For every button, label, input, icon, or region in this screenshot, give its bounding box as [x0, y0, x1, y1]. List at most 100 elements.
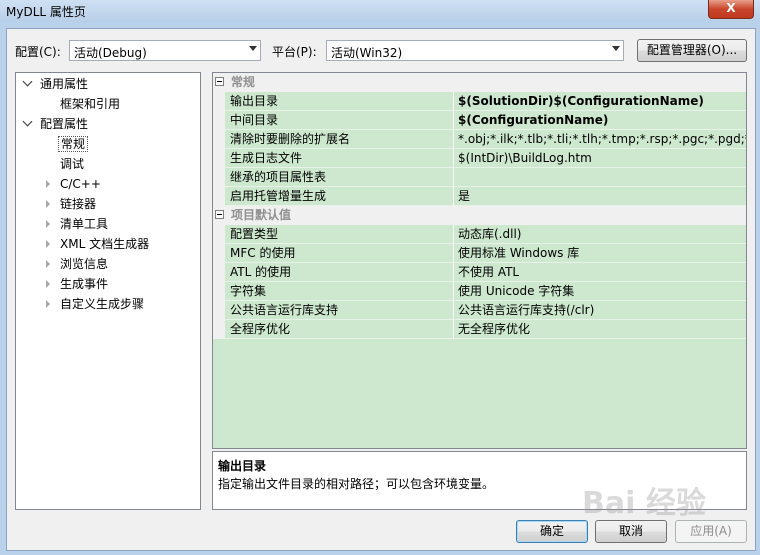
grid-gutter: [213, 92, 225, 206]
tree-item-debugging[interactable]: 调试: [60, 155, 84, 173]
close-button[interactable]: X: [708, 0, 754, 19]
column-divider: [453, 225, 454, 244]
category-name: 常规: [231, 75, 256, 89]
prop-row-managed-incremental[interactable]: 启用托管增量生成 是: [225, 187, 746, 206]
prop-name: 清除时要删除的扩展名: [230, 132, 351, 146]
column-divider: [453, 244, 454, 263]
platform-label: 平台(P):: [272, 45, 317, 59]
tree-item-xml-doc[interactable]: XML 文档生成器: [42, 235, 192, 253]
prop-row-inherited-sheets[interactable]: 继承的项目属性表: [225, 168, 746, 187]
tree-item-label: 通用属性: [40, 77, 89, 91]
expanded-arrow-icon[interactable]: [22, 116, 33, 127]
tree-item-browse-info[interactable]: 浏览信息: [42, 255, 192, 273]
tree-item-label: 清单工具: [60, 217, 109, 231]
prop-row-config-type[interactable]: 配置类型 动态库(.dll): [225, 225, 746, 244]
category-tree[interactable]: 通用属性 框架和引用 配置属性 常规 调试 C/C++ 链接器 清单工具 XML…: [15, 72, 201, 510]
description-text: 指定输出文件目录的相对路径；可以包含环境变量。: [218, 477, 495, 491]
expanded-arrow-icon[interactable]: [22, 76, 33, 87]
tree-item-label: 框架和引用: [60, 97, 121, 111]
tree-item-label: 自定义生成步骤: [60, 297, 145, 311]
prop-row-build-log[interactable]: 生成日志文件 $(IntDir)\BuildLog.htm: [225, 149, 746, 168]
prop-name: 全程序优化: [230, 322, 291, 336]
collapse-icon[interactable]: [215, 77, 224, 86]
chevron-down-icon: [612, 46, 620, 51]
tree-item-label: 调试: [60, 157, 85, 171]
config-select[interactable]: 活动(Debug): [69, 40, 261, 61]
prop-name: MFC 的使用: [230, 246, 296, 260]
apply-button[interactable]: 应用(A): [675, 520, 747, 543]
prop-name: 公共语言运行库支持: [230, 303, 339, 317]
column-divider: [453, 263, 454, 282]
collapsed-arrow-icon[interactable]: [46, 240, 50, 248]
prop-name: 中间目录: [230, 113, 279, 127]
collapsed-arrow-icon[interactable]: [46, 280, 50, 288]
prop-value[interactable]: $(IntDir)\BuildLog.htm: [458, 149, 746, 168]
prop-value[interactable]: $(ConfigurationName): [458, 111, 746, 130]
prop-value[interactable]: 无全程序优化: [458, 320, 746, 339]
prop-value[interactable]: 使用标准 Windows 库: [458, 244, 746, 263]
ok-button[interactable]: 确定: [516, 520, 588, 543]
column-divider: [453, 320, 454, 339]
tree-item-label: 浏览信息: [60, 257, 109, 271]
category-project-defaults[interactable]: 项目默认值: [213, 206, 746, 225]
tree-item-label: 生成事件: [60, 277, 109, 291]
prop-name: 字符集: [230, 284, 267, 298]
collapsed-arrow-icon[interactable]: [46, 180, 50, 188]
tree-item-label: 常规: [58, 136, 89, 152]
config-label: 配置(C):: [15, 45, 61, 59]
column-divider: [453, 149, 454, 168]
chevron-down-icon: [249, 46, 257, 51]
prop-value[interactable]: *.obj;*.ilk;*.tlb;*.tli;*.tlh;*.tmp;*.rs…: [458, 130, 746, 149]
prop-name: 启用托管增量生成: [230, 189, 327, 203]
property-grid[interactable]: 常规 输出目录 $(SolutionDir)$(ConfigurationNam…: [212, 72, 747, 510]
prop-value[interactable]: $(SolutionDir)$(ConfigurationName): [458, 92, 746, 111]
prop-name: 生成日志文件: [230, 151, 303, 165]
collapse-icon[interactable]: [215, 210, 224, 219]
tree-item-linker[interactable]: 链接器: [42, 195, 192, 213]
prop-row-clr-support[interactable]: 公共语言运行库支持 公共语言运行库支持(/clr): [225, 301, 746, 320]
prop-row-whole-program-opt[interactable]: 全程序优化 无全程序优化: [225, 320, 746, 339]
prop-row-intermediate-dir[interactable]: 中间目录 $(ConfigurationName): [225, 111, 746, 130]
title-bar[interactable]: MyDLL 属性页 X: [0, 0, 760, 22]
collapsed-arrow-icon[interactable]: [46, 200, 50, 208]
tree-item-build-events[interactable]: 生成事件: [42, 275, 192, 293]
tree-item-label: 配置属性: [40, 117, 89, 131]
prop-row-charset[interactable]: 字符集 使用 Unicode 字符集: [225, 282, 746, 301]
tree-item-cpp[interactable]: C/C++: [42, 175, 192, 193]
cancel-button[interactable]: 取消: [595, 520, 667, 543]
prop-value[interactable]: 公共语言运行库支持(/clr): [458, 301, 746, 320]
tree-item-label: 链接器: [60, 197, 97, 211]
prop-value[interactable]: 使用 Unicode 字符集: [458, 282, 746, 301]
platform-select[interactable]: 活动(Win32): [326, 40, 624, 61]
prop-row-clean-extensions[interactable]: 清除时要删除的扩展名 *.obj;*.ilk;*.tlb;*.tli;*.tlh…: [225, 130, 746, 149]
category-name: 项目默认值: [231, 208, 292, 222]
prop-name: 配置类型: [230, 227, 279, 241]
config-select-value: 活动(Debug): [74, 46, 147, 60]
prop-row-atl-use[interactable]: ATL 的使用 不使用 ATL: [225, 263, 746, 282]
column-divider: [453, 187, 454, 206]
collapsed-arrow-icon[interactable]: [46, 300, 50, 308]
tree-item-custom-build[interactable]: 自定义生成步骤: [42, 295, 192, 313]
prop-name: 继承的项目属性表: [230, 170, 327, 184]
prop-name: 输出目录: [230, 94, 279, 108]
platform-select-value: 活动(Win32): [331, 46, 403, 60]
watermark: Bai 经验: [582, 486, 706, 521]
config-manager-button[interactable]: 配置管理器(O)...: [637, 39, 747, 62]
prop-value[interactable]: 是: [458, 187, 746, 206]
window-title: MyDLL 属性页: [6, 5, 86, 19]
category-general[interactable]: 常规: [213, 73, 746, 92]
column-divider: [453, 92, 454, 111]
tree-item-framework-refs[interactable]: 框架和引用: [60, 95, 120, 113]
prop-row-mfc-use[interactable]: MFC 的使用 使用标准 Windows 库: [225, 244, 746, 263]
prop-row-output-dir[interactable]: 输出目录 $(SolutionDir)$(ConfigurationName): [225, 92, 746, 111]
column-divider: [453, 168, 454, 187]
collapsed-arrow-icon[interactable]: [46, 260, 50, 268]
prop-value[interactable]: 动态库(.dll): [458, 225, 746, 244]
column-divider: [453, 111, 454, 130]
tree-item-general[interactable]: 常规: [58, 135, 89, 153]
description-title: 输出目录: [218, 459, 267, 473]
tree-item-manifest-tool[interactable]: 清单工具: [42, 215, 192, 233]
prop-value[interactable]: 不使用 ATL: [458, 263, 746, 282]
collapsed-arrow-icon[interactable]: [46, 220, 50, 228]
dialog-body: 配置(C): 活动(Debug) 平台(P): 活动(Win32) 配置管理器(…: [6, 28, 756, 551]
